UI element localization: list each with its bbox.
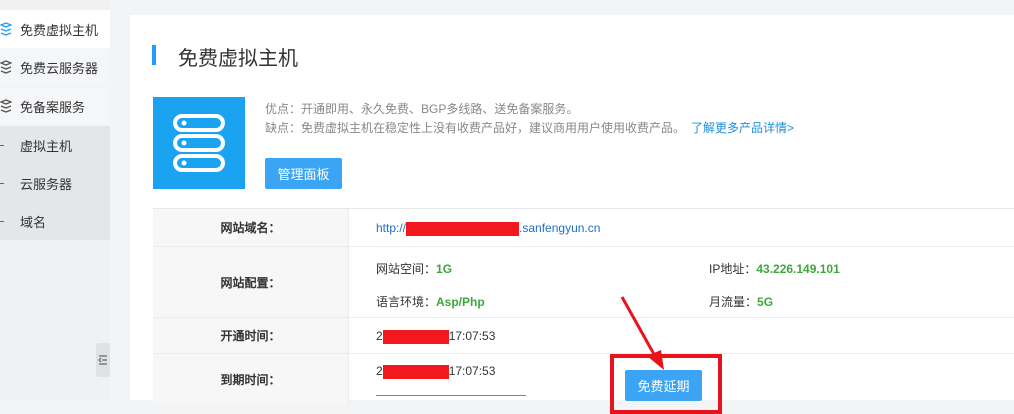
traffic-value: 5G	[757, 295, 774, 309]
sidebar-item-free-cloud-server[interactable]: 免费云服务器	[0, 48, 110, 86]
layers-icon	[0, 60, 14, 74]
free-extend-button[interactable]: 免费延期	[625, 370, 702, 401]
layers-icon	[0, 99, 14, 113]
sidebar-item-free-virtual-host[interactable]: 免费虚拟主机	[0, 10, 110, 48]
disadvantages-text: 缺点：免费虚拟主机在稳定性上没有收费产品好，建议商用用户使用收费产品。	[265, 121, 686, 135]
advantages-text: 优点：开通即用、永久免费、BGP多线路、送免备案服务。	[265, 102, 579, 116]
sidebar-item-label: 免费虚拟主机	[20, 22, 99, 38]
language-field: 语言环境：Asp/Php	[376, 293, 485, 310]
sidebar-item-label: 免备案服务	[20, 99, 86, 115]
manage-panel-button[interactable]: 管理面板	[265, 158, 342, 189]
open-time-prefix: 2	[376, 329, 383, 343]
dash-icon	[0, 220, 4, 222]
disadvantages-line: 缺点：免费虚拟主机在稳定性上没有收费产品好，建议商用用户使用收费产品。 了解更多产…	[265, 119, 794, 136]
open-time-label: 开通时间：	[153, 318, 349, 353]
ip-field: IP地址：43.226.149.101	[709, 260, 840, 277]
language-value: Asp/Php	[436, 295, 485, 309]
table-row: 网站域名： http:// .sanfengyun.cn	[153, 209, 1014, 247]
sidebar-item-no-filing-service[interactable]: 免备案服务	[0, 87, 110, 125]
sidebar-item-cloud-server[interactable]: 云服务器	[0, 164, 110, 202]
page-title: 免费虚拟主机	[178, 48, 298, 70]
collapse-icon[interactable]	[96, 343, 110, 377]
traffic-field: 月流量：5G	[709, 293, 773, 310]
ip-label: IP地址：	[709, 262, 757, 276]
ip-value: 43.226.149.101	[756, 262, 840, 276]
site-domain-value[interactable]: http:// .sanfengyun.cn	[376, 221, 600, 236]
sidebar-item-label: 虚拟主机	[20, 138, 73, 154]
sidebar-item-label: 域名	[20, 214, 47, 230]
table-row: 网站配置： 网站空间：1G IP地址：43.226.149.101 语言环境：A…	[153, 247, 1014, 318]
redaction-mark	[382, 329, 449, 344]
sidebar-item-virtual-host[interactable]: 虚拟主机	[0, 126, 110, 164]
expire-time-suffix: 17:07:53	[448, 364, 496, 378]
domain-prefix: http://	[376, 221, 407, 235]
expire-time-value: 2 17:07:53	[376, 364, 495, 379]
sidebar-item-domain[interactable]: 域名	[0, 202, 110, 240]
expire-time-label: 到期时间：	[153, 354, 349, 404]
layers-icon	[0, 22, 14, 36]
traffic-label: 月流量：	[709, 295, 758, 309]
main-panel: 免费虚拟主机 优点：开通即用、永久免费、BGP多线路、送免备案服务。 缺点：免费…	[130, 15, 1014, 404]
sidebar: 免费虚拟主机 免费云服务器 免备案服务 虚拟主机 云服务器 域名	[0, 0, 110, 400]
expire-note-redacted	[376, 390, 536, 396]
sidebar-item-label: 免费云服务器	[20, 60, 99, 76]
site-domain-label: 网站域名：	[153, 209, 349, 246]
open-time-value: 2 17:07:53	[376, 329, 495, 344]
sidebar-item-label: 云服务器	[20, 176, 73, 192]
dash-icon	[0, 144, 4, 146]
language-label: 语言环境：	[376, 295, 437, 309]
domain-suffix: .sanfengyun.cn	[519, 221, 601, 235]
server-icon	[153, 97, 245, 189]
redaction-mark	[406, 221, 520, 236]
space-field: 网站空间：1G	[376, 260, 452, 277]
open-time-suffix: 17:07:53	[448, 329, 496, 343]
table-row: 到期时间： 2 17:07:53	[153, 354, 1014, 404]
expire-time-prefix: 2	[376, 364, 383, 378]
dash-icon	[0, 182, 4, 184]
redaction-mark	[382, 364, 449, 379]
host-info-table: 网站域名： http://.sanfengyun.cn 网站配置： 网站空间：1…	[153, 208, 1014, 404]
space-label: 网站空间：	[376, 262, 437, 276]
table-row: 开通时间： 2 17:07:53	[153, 318, 1014, 354]
site-config-label: 网站配置：	[153, 247, 349, 317]
space-value: 1G	[436, 262, 453, 276]
title-accent-bar	[152, 45, 156, 65]
more-details-link[interactable]: 了解更多产品详情>	[691, 121, 794, 135]
redaction-mark	[376, 394, 526, 396]
